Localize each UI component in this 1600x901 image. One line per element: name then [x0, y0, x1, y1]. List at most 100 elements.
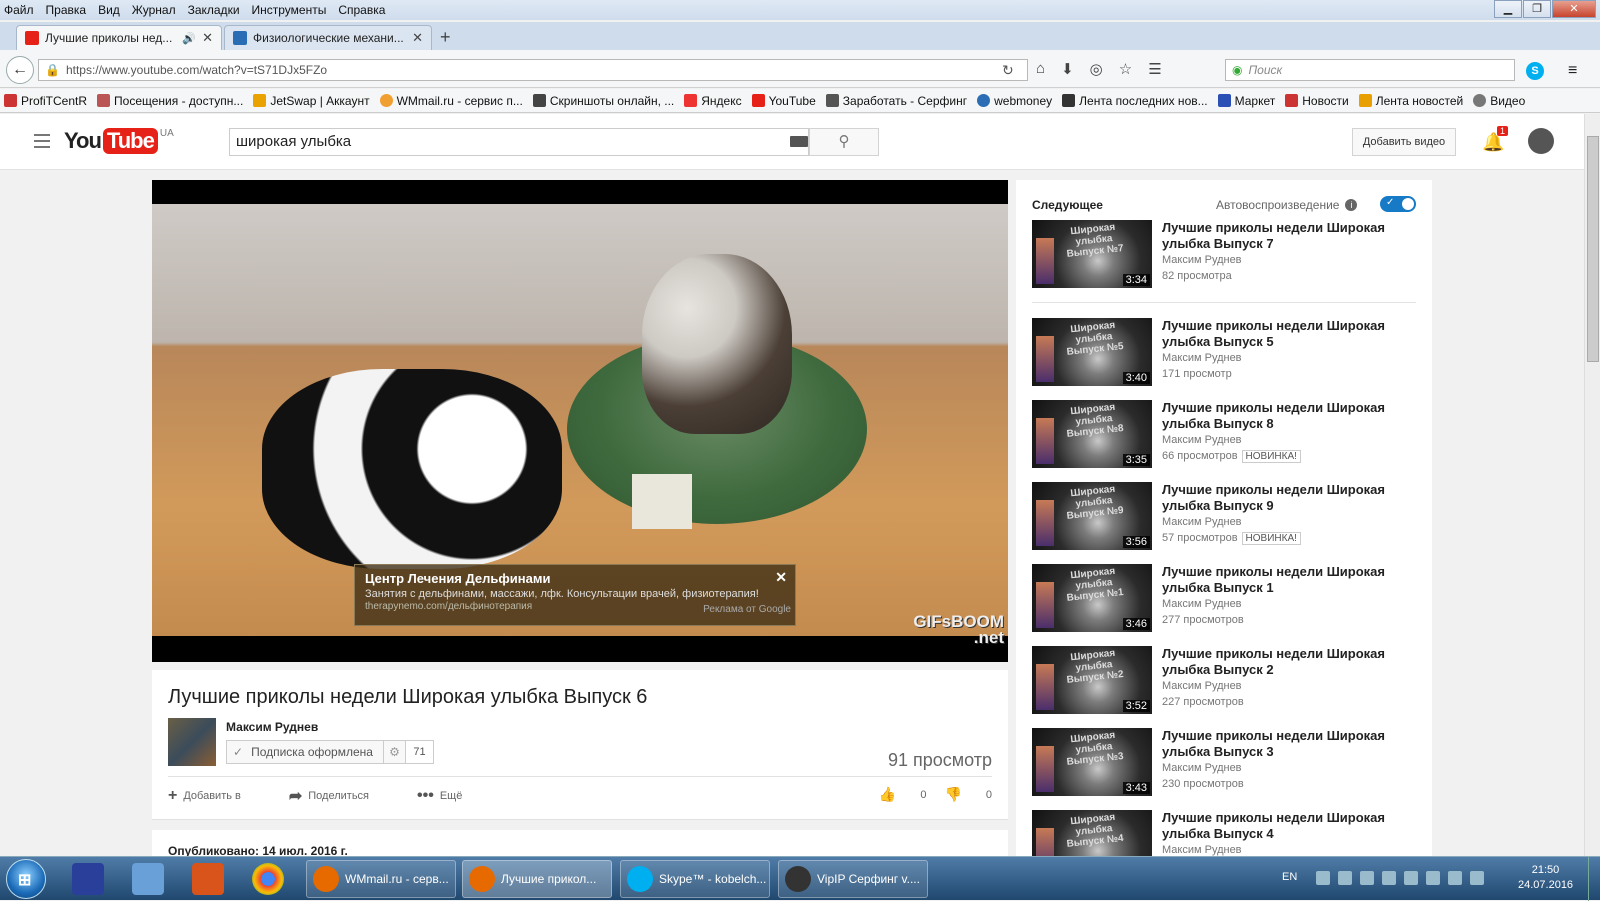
- avatar[interactable]: [1528, 128, 1554, 154]
- abp-icon[interactable]: ◎: [1090, 60, 1103, 78]
- taskbar-item-youtube[interactable]: Лучшие прикол...: [462, 860, 612, 898]
- tab-physiology[interactable]: Физиологические механи... ✕: [224, 25, 432, 50]
- video-thumbnail[interactable]: Широкая улыбка Выпуск №5 3:40: [1032, 318, 1152, 386]
- related-video-title[interactable]: Лучшие приколы недели Широкая улыбка Вып…: [1162, 482, 1416, 514]
- bookmark-item[interactable]: Видео: [1473, 94, 1525, 108]
- menu-view[interactable]: Вид: [98, 3, 120, 17]
- close-window-button[interactable]: ✕: [1552, 0, 1596, 18]
- game-icon[interactable]: [192, 863, 224, 895]
- share-button[interactable]: ➦ Поделиться: [289, 786, 393, 806]
- youtube-search-input[interactable]: широкая улыбка: [229, 128, 809, 156]
- reading-list-icon[interactable]: ☰: [1148, 60, 1161, 78]
- channel-avatar[interactable]: [168, 718, 216, 766]
- volume-icon[interactable]: [1382, 871, 1396, 885]
- video-thumbnail[interactable]: Широкая улыбка Выпуск №4: [1032, 810, 1152, 856]
- related-video-item[interactable]: Широкая улыбка Выпуск №5 3:40 Лучшие прик…: [1032, 318, 1416, 386]
- related-video-item[interactable]: Широкая улыбка Выпуск №8 3:35 Лучшие прик…: [1032, 400, 1416, 468]
- more-button[interactable]: ••• Ещё: [417, 787, 486, 805]
- menu-edit[interactable]: Правка: [46, 3, 87, 17]
- bookmark-item[interactable]: Яндекс: [684, 94, 742, 108]
- bookmark-item[interactable]: Скриншоты онлайн, ...: [532, 94, 674, 108]
- lock-icon[interactable]: 🔒: [45, 63, 60, 77]
- video-player[interactable]: GIFsBOOM .net Центр Лечения Дельфинами З…: [152, 180, 1008, 662]
- related-video-item[interactable]: Широкая улыбка Выпуск №9 3:56 Лучшие прик…: [1032, 482, 1416, 550]
- skype-icon[interactable]: S: [1526, 62, 1544, 80]
- video-thumbnail[interactable]: Широкая улыбка Выпуск №8 3:35: [1032, 400, 1152, 468]
- bookmark-item[interactable]: Новости: [1285, 94, 1349, 108]
- chrome-icon[interactable]: [252, 863, 284, 895]
- related-video-title[interactable]: Лучшие приколы недели Широкая улыбка Вып…: [1162, 318, 1416, 350]
- upload-button[interactable]: Добавить видео: [1352, 128, 1456, 156]
- ad-close-icon[interactable]: ✕: [775, 569, 787, 586]
- related-video-item[interactable]: Широкая улыбка Выпуск №4 Лучшие приколы …: [1032, 810, 1416, 856]
- subscribe-button[interactable]: ✓ Подписка оформлена: [226, 740, 384, 764]
- ad-overlay[interactable]: Центр Лечения Дельфинами Занятия с дельф…: [354, 564, 796, 626]
- shield-icon[interactable]: [1426, 871, 1440, 885]
- bookmark-item[interactable]: webmoney: [977, 94, 1052, 108]
- skype-tray-icon[interactable]: [1360, 871, 1374, 885]
- ad-title[interactable]: Центр Лечения Дельфинами: [365, 571, 785, 586]
- network-icon[interactable]: [1316, 871, 1330, 885]
- start-button[interactable]: ⊞: [6, 859, 46, 899]
- speaker-icon[interactable]: 🔊: [182, 32, 196, 45]
- related-video-title[interactable]: Лучшие приколы недели Широкая улыбка Вып…: [1162, 400, 1416, 432]
- bookmark-item[interactable]: Маркет: [1217, 94, 1275, 108]
- related-video-item[interactable]: Широкая улыбка Выпуск №3 3:43 Лучшие прик…: [1032, 728, 1416, 796]
- reload-icon[interactable]: ↻: [1002, 62, 1014, 79]
- bookmark-item[interactable]: ProfiTCentR: [4, 94, 87, 108]
- home-icon[interactable]: ⌂: [1036, 60, 1045, 78]
- guide-menu-icon[interactable]: [34, 134, 50, 148]
- page-scrollbar[interactable]: [1584, 114, 1600, 856]
- search-engine-icon[interactable]: ◉: [1232, 63, 1242, 77]
- bookmark-item[interactable]: Посещения - доступн...: [97, 94, 243, 108]
- bookmark-item[interactable]: Лента новостей: [1358, 94, 1463, 108]
- info-icon[interactable]: i: [1345, 199, 1358, 211]
- new-tab-icon[interactable]: +: [440, 27, 451, 48]
- tab-close-icon[interactable]: ✕: [202, 30, 213, 46]
- gear-icon[interactable]: ⚙: [384, 740, 406, 764]
- related-video-title[interactable]: Лучшие приколы недели Широкая улыбка Вып…: [1162, 564, 1416, 596]
- menu-tools[interactable]: Инструменты: [252, 3, 327, 17]
- clock[interactable]: 21:50 24.07.2016: [1518, 863, 1573, 893]
- related-video-item[interactable]: Широкая улыбка Выпуск №1 3:46 Лучшие прик…: [1032, 564, 1416, 632]
- related-video-item[interactable]: Широкая улыбка Выпуск №2 3:52 Лучшие прик…: [1032, 646, 1416, 714]
- bookmark-item[interactable]: YouTube: [751, 94, 816, 108]
- tab-close-icon[interactable]: ✕: [412, 30, 423, 46]
- video-thumbnail[interactable]: Широкая улыбка Выпуск №7 3:34: [1032, 220, 1152, 288]
- download-icon[interactable]: ⬇: [1061, 60, 1074, 78]
- scroll-thumb[interactable]: [1587, 136, 1599, 362]
- dislike-button[interactable]: 👎 0: [944, 786, 992, 803]
- like-button[interactable]: 👍 0: [879, 786, 927, 803]
- bookmark-item[interactable]: Лента последних нов...: [1062, 94, 1208, 108]
- menu-help[interactable]: Справка: [338, 3, 385, 17]
- menu-icon[interactable]: ≡: [1568, 62, 1577, 80]
- youtube-search-button[interactable]: ⚲: [809, 128, 879, 156]
- taskbar-item-vipip[interactable]: VipIP Серфинг v....: [778, 860, 928, 898]
- autoplay-toggle[interactable]: ✓: [1380, 196, 1416, 212]
- minimize-button[interactable]: ▁: [1494, 0, 1522, 18]
- bookmark-item[interactable]: Заработать - Серфинг: [825, 94, 967, 108]
- speaker-tray-icon[interactable]: [1470, 871, 1484, 885]
- youtube-logo[interactable]: You Tube UA: [64, 128, 174, 154]
- printer-icon[interactable]: [1338, 871, 1352, 885]
- speaker-icon[interactable]: [132, 863, 164, 895]
- maximize-button[interactable]: ❐: [1523, 0, 1551, 18]
- related-video-item[interactable]: Широкая улыбка Выпуск №7 3:34 Лучшие прик…: [1032, 220, 1416, 288]
- add-to-button[interactable]: + Добавить в: [168, 787, 265, 805]
- related-video-title[interactable]: Лучшие приколы недели Широкая улыбка Вып…: [1162, 810, 1416, 842]
- video-thumbnail[interactable]: Широкая улыбка Выпуск №1 3:46: [1032, 564, 1152, 632]
- save-icon[interactable]: [72, 863, 104, 895]
- taskbar-item-wmmail[interactable]: WMmail.ru - серв...: [306, 860, 456, 898]
- related-video-title[interactable]: Лучшие приколы недели Широкая улыбка Вып…: [1162, 220, 1416, 252]
- back-button[interactable]: ←: [6, 56, 34, 84]
- channel-name[interactable]: Максим Руднев: [226, 720, 318, 734]
- taskbar-item-skype[interactable]: Skype™ - kobelch...: [620, 860, 770, 898]
- bookmark-item[interactable]: WMmail.ru - сервис п...: [379, 94, 523, 108]
- keyboard-icon[interactable]: [790, 136, 808, 147]
- language-indicator[interactable]: EN: [1282, 871, 1297, 883]
- menu-file[interactable]: Файл: [4, 3, 34, 17]
- address-bar[interactable]: i 🔒 https://www.youtube.com/watch?v=tS71…: [38, 59, 1028, 630]
- related-video-title[interactable]: Лучшие приколы недели Широкая улыбка Вып…: [1162, 646, 1416, 678]
- bookmark-star-icon[interactable]: ☆: [1119, 60, 1132, 78]
- menu-history[interactable]: Журнал: [132, 3, 176, 17]
